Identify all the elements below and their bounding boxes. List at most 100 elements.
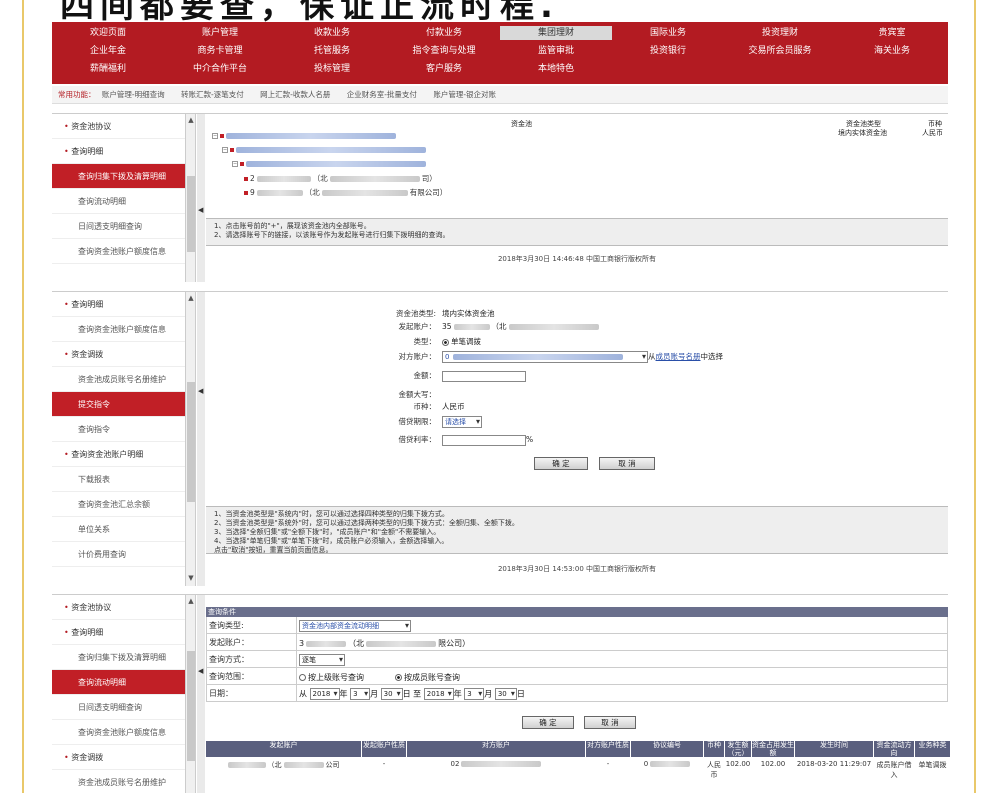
scroll-thumb[interactable] (187, 651, 195, 761)
sidebar-item-download-report[interactable]: 下载报表 (52, 467, 185, 492)
nav-item-row1-2[interactable]: 收款业务 (276, 26, 388, 40)
sidebar-item-query-detail[interactable]: 查询明细 (52, 292, 185, 317)
sidebar-item-pool-agreement[interactable]: 资金池协议 (52, 595, 185, 620)
quick-link-reconcile[interactable]: 账户管理-银企对账 (433, 90, 496, 99)
sidebar-item-submit-instruction[interactable]: 提交指令 (52, 392, 185, 417)
sidebar-item-query-instruction[interactable]: 查询指令 (52, 417, 185, 442)
start-day-select[interactable]: 30 (380, 688, 403, 700)
nav-item-row3-2[interactable]: 投标管理 (276, 62, 388, 76)
nav-item-row3-1[interactable]: 中介合作平台 (164, 62, 276, 76)
nav-item-row3-4[interactable]: 本地特色 (500, 62, 612, 76)
scroll-down-icon[interactable]: ▼ (186, 574, 196, 584)
period-select[interactable]: 请选择 (442, 416, 482, 428)
end-month-select[interactable]: 3 (464, 688, 485, 700)
sidebar-item-sweep-detail[interactable]: 查询归集下拨及清算明细 (52, 645, 185, 670)
nav-item-row2-0[interactable]: 企业年金 (52, 44, 164, 58)
tree-node-level-2[interactable]: − (232, 159, 426, 168)
sidebar-item-limit-info[interactable]: 查询资金池账户额度信息 (52, 239, 185, 264)
sidebar-item-overdraft-detail[interactable]: 日间透支明细查询 (52, 695, 185, 720)
nav-item-row1-4[interactable]: 集团理财 (500, 26, 612, 40)
sidebar-item-limit-info[interactable]: 查询资金池账户额度信息 (52, 317, 185, 342)
nav-item-row2-7[interactable]: 海关业务 (836, 44, 948, 58)
nav-item-row1-5[interactable]: 国际业务 (612, 26, 724, 40)
nav-item-row2-2[interactable]: 托管服务 (276, 44, 388, 58)
amount-input[interactable] (442, 370, 526, 382)
sidebar-item-query-detail[interactable]: 查询明细 (52, 620, 185, 645)
quick-link-detail[interactable]: 账户管理-明细查询 (102, 90, 165, 99)
sidebar-item-pool-agreement[interactable]: 资金池协议 (52, 114, 185, 139)
single-transfer-radio[interactable] (442, 338, 449, 346)
confirm-button[interactable]: 确 定 (534, 457, 588, 470)
tree-expand-icon[interactable]: − (212, 133, 218, 139)
scroll-thumb[interactable] (187, 176, 195, 252)
end-day-select[interactable]: 30 (494, 688, 517, 700)
tree-expand-icon[interactable]: − (232, 161, 238, 167)
sidebar-item-flow-detail[interactable]: 查询流动明细 (52, 670, 185, 695)
confirm-button[interactable]: 确 定 (522, 716, 574, 729)
tree-expand-icon[interactable]: − (222, 147, 228, 153)
sidebar-item-member-roster[interactable]: 资金池成员账号名册维护 (52, 770, 185, 793)
collapse-arrow-icon[interactable]: ◀ (198, 667, 203, 675)
nav-item-row2-4[interactable]: 监管审批 (500, 44, 612, 58)
to-account-select[interactable]: 0 (442, 351, 648, 363)
quick-link-transfer[interactable]: 转账汇款-逐笔支付 (181, 90, 244, 99)
tree-node-leaf-1[interactable]: 2 （北 司） (244, 173, 437, 184)
sidebar-item-account-detail[interactable]: 查询资金池账户明细 (52, 442, 185, 467)
masked-account[interactable] (246, 161, 426, 167)
tree-node-level-1[interactable]: − (222, 145, 426, 154)
sidebar-collapse-bar[interactable]: ◀ (197, 114, 205, 282)
tree-node-root[interactable]: − (212, 131, 396, 140)
quick-link-payee-list[interactable]: 网上汇款-收款人名册 (260, 90, 330, 99)
sidebar-item-query-detail[interactable]: 查询明细 (52, 139, 185, 164)
sidebar-item-flow-detail[interactable]: 查询流动明细 (52, 189, 185, 214)
sidebar-scrollbar-2[interactable]: ▲ ▼ (186, 292, 196, 586)
masked-account[interactable] (226, 133, 396, 139)
cancel-button[interactable]: 取 消 (599, 457, 655, 470)
masked-account[interactable] (236, 147, 426, 153)
collapse-arrow-icon[interactable]: ◀ (198, 206, 203, 214)
rate-input[interactable] (442, 434, 526, 446)
scroll-up-icon[interactable]: ▲ (186, 116, 196, 126)
nav-item-row2-6[interactable]: 交易所会员服务 (724, 44, 836, 58)
sidebar-scrollbar-1[interactable]: ▲ (186, 114, 196, 282)
scroll-up-icon[interactable]: ▲ (186, 597, 196, 607)
nav-item-row1-0[interactable]: 欢迎页面 (52, 26, 164, 40)
sidebar-item-member-roster[interactable]: 资金池成员账号名册维护 (52, 367, 185, 392)
sidebar-item-fund-transfer[interactable]: 资金调拨 (52, 745, 185, 770)
sidebar-item-fund-transfer[interactable]: 资金调拨 (52, 342, 185, 367)
sidebar-item-fee-query[interactable]: 计价费用查询 (52, 542, 185, 567)
nav-item-row2-5[interactable]: 投资银行 (612, 44, 724, 58)
nav-item-row3-0[interactable]: 薪酬福利 (52, 62, 164, 76)
sidebar-item-sweep-detail[interactable]: 查询归集下拨及清算明细 (52, 164, 185, 189)
quick-link-batch-pay[interactable]: 企业财务室-批量支付 (347, 90, 417, 99)
end-year-select[interactable]: 2018 (423, 688, 454, 700)
scope-option-member[interactable]: 按成员账号查询 (395, 672, 460, 683)
tree-node-leaf-2[interactable]: 9 （北 有限公司） (244, 187, 447, 198)
start-month-select[interactable]: 3 (350, 688, 371, 700)
nav-item-row2-1[interactable]: 商务卡管理 (164, 44, 276, 58)
nav-item-row1-6[interactable]: 投资理财 (724, 26, 836, 40)
sidebar-collapse-bar[interactable]: ◀ (197, 292, 205, 586)
sidebar-scrollbar-3[interactable]: ▲ (186, 595, 196, 793)
scope-member-radio[interactable] (395, 674, 402, 681)
sidebar-item-unit-relation[interactable]: 单位关系 (52, 517, 185, 542)
nav-item-row2-3[interactable]: 指令查询与处理 (388, 44, 500, 58)
cancel-button[interactable]: 取 消 (584, 716, 636, 729)
query-method-select[interactable]: 逐笔 (299, 654, 345, 666)
nav-item-row1-1[interactable]: 账户管理 (164, 26, 276, 40)
scroll-thumb[interactable] (187, 382, 195, 502)
scope-option-parent[interactable]: 按上级账号查询 (299, 672, 364, 683)
sidebar-item-summary-balance[interactable]: 查询资金池汇总余额 (52, 492, 185, 517)
start-year-select[interactable]: 2018 (309, 688, 340, 700)
sidebar-item-limit-info[interactable]: 查询资金池账户额度信息 (52, 720, 185, 745)
scope-parent-radio[interactable] (299, 674, 306, 681)
nav-item-row1-7[interactable]: 贵宾室 (836, 26, 948, 40)
collapse-arrow-icon[interactable]: ◀ (198, 387, 203, 395)
member-roster-link[interactable]: 成员账号名册 (656, 352, 701, 361)
query-type-select[interactable]: 资金池内部资金流动明细 (299, 620, 411, 632)
nav-item-row3-3[interactable]: 客户服务 (388, 62, 500, 76)
sidebar-collapse-bar[interactable]: ◀ (197, 595, 205, 793)
nav-item-row1-3[interactable]: 付款业务 (388, 26, 500, 40)
scroll-up-icon[interactable]: ▲ (186, 294, 196, 304)
sidebar-item-overdraft-detail[interactable]: 日间透支明细查询 (52, 214, 185, 239)
